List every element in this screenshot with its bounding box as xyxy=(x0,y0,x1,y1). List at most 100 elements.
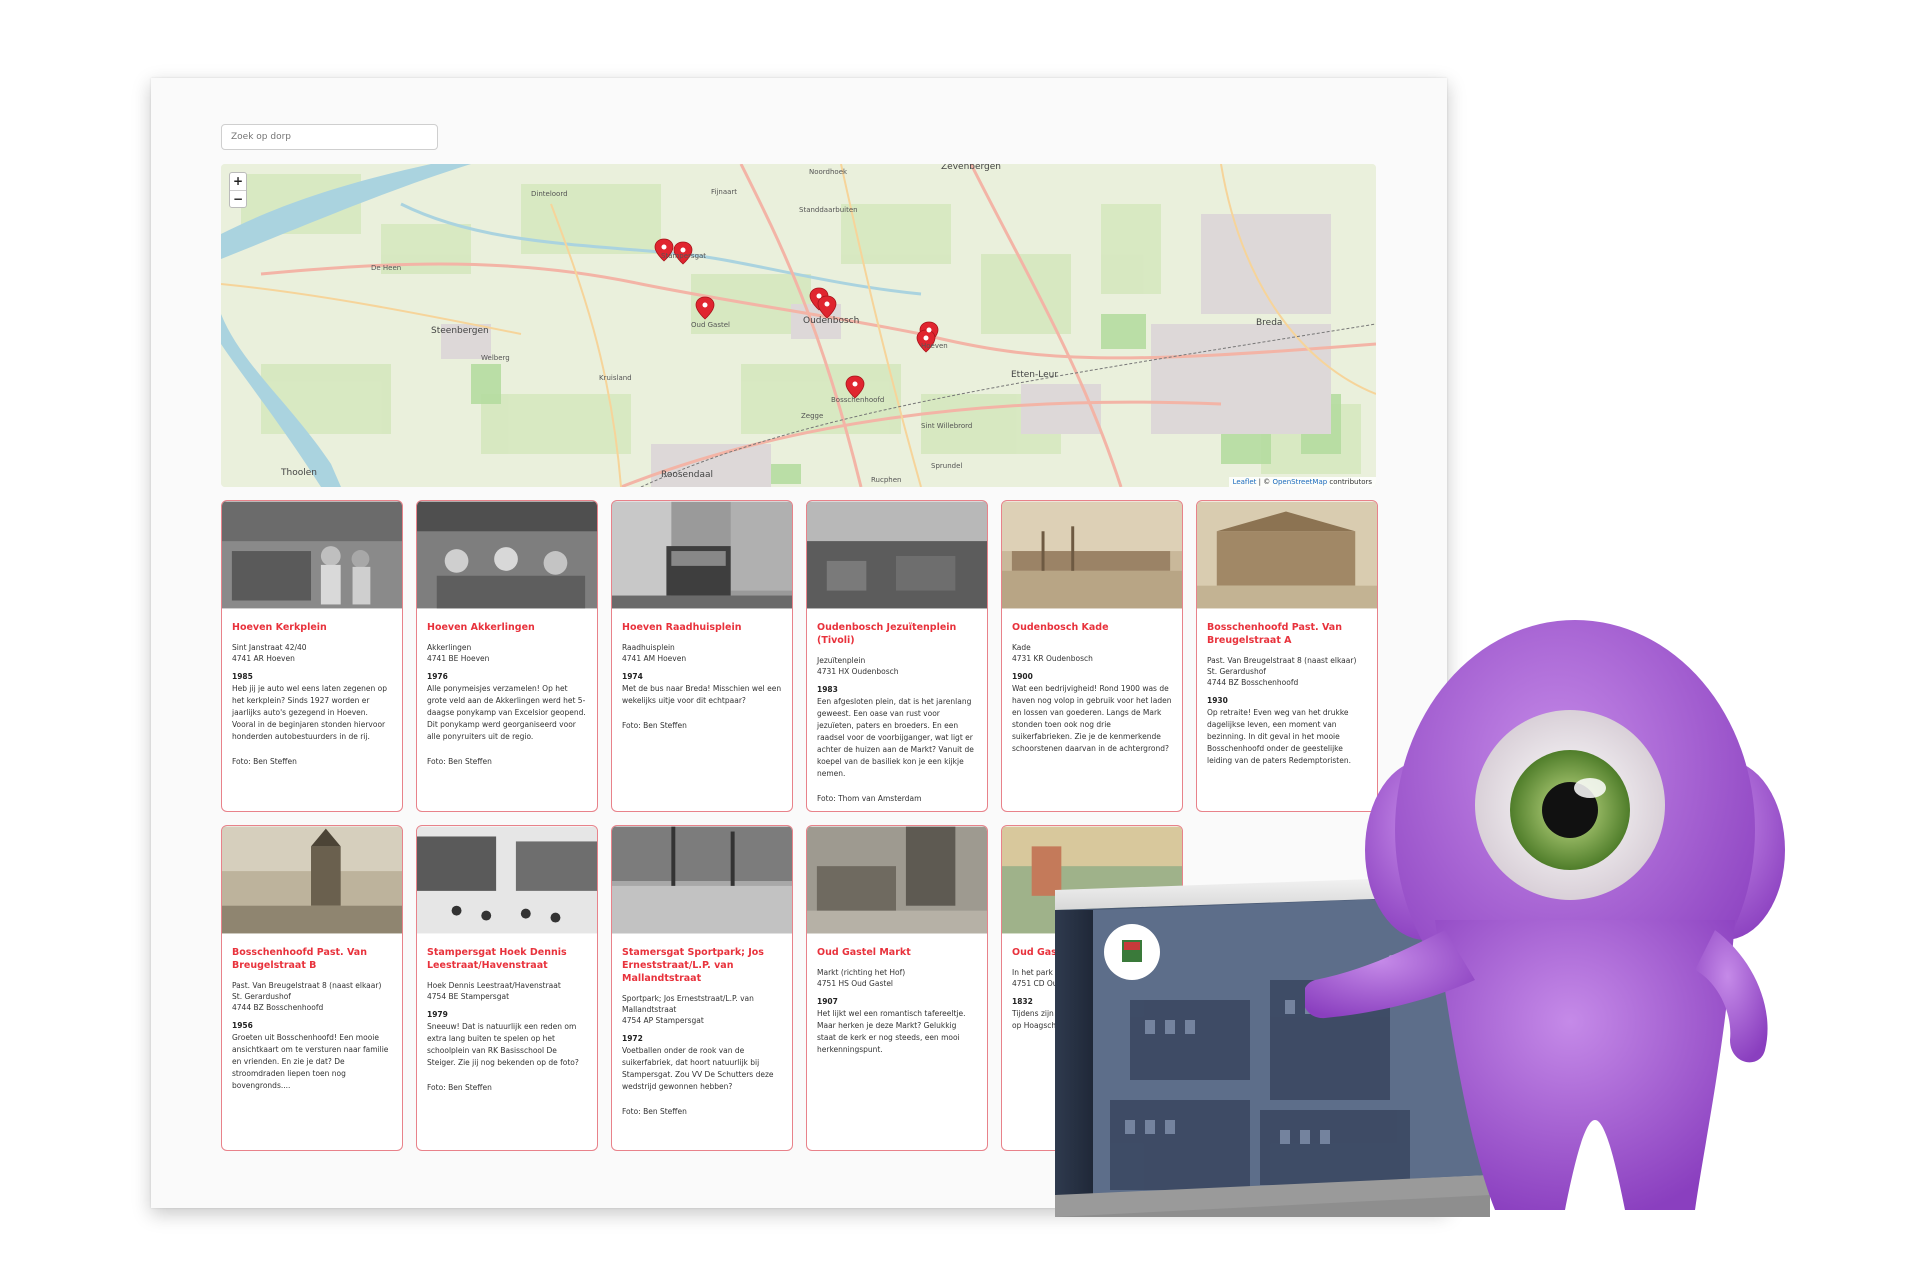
card-description: Heb jij je auto wel eens laten zegenen o… xyxy=(232,684,388,741)
card-photo-credit: Foto: Ben Steffen xyxy=(427,1083,492,1092)
card-photo xyxy=(222,501,402,609)
card-photo-credit: Foto: Ben Steffen xyxy=(232,757,297,766)
card-year: 1976 xyxy=(427,672,448,681)
card-description: Groeten uit Bosschenhoofd! Een mooie ans… xyxy=(232,1033,389,1090)
map-label: Sint Willebrord xyxy=(921,422,973,430)
card-address-line1: Akkerlingen xyxy=(427,643,472,652)
location-card[interactable]: Hoeven Akkerlingen Akkerlingen 4741 BE H… xyxy=(416,500,598,812)
card-title: Oudenbosch Kade xyxy=(1012,622,1109,633)
card-photo xyxy=(1002,501,1182,609)
card-year: 1956 xyxy=(232,1021,253,1030)
card-address-line2: 4754 BE Stampersgat xyxy=(427,992,510,1001)
card-photo xyxy=(417,826,597,934)
card-address-line2: 4754 AP Stampersgat xyxy=(622,1016,704,1025)
card-title: Stamersgat Sportpark; Jos Erneststraat/L… xyxy=(622,947,764,984)
card-address-line2: 4751 HS Oud Gastel xyxy=(817,979,894,988)
card-address-line2: 4741 BE Hoeven xyxy=(427,654,490,663)
card-address-line1: Kade xyxy=(1012,643,1031,652)
card-description: Voetballen onder de rook van de suikerfa… xyxy=(622,1046,774,1091)
card-year: 1900 xyxy=(1012,672,1033,681)
card-photo xyxy=(612,501,792,609)
card-description: Alle ponymeisjes verzamelen! Op het grot… xyxy=(427,684,586,741)
map-label: Bosschenhoofd xyxy=(831,396,885,404)
card-description: Het lijkt wel een romantisch tafereeltje… xyxy=(817,1009,966,1054)
attribution-separator: | © xyxy=(1256,478,1273,486)
map-label: Thoolen xyxy=(281,468,317,478)
card-photo-credit: Foto: Ben Steffen xyxy=(622,721,687,730)
card-photo xyxy=(222,826,402,934)
map-attribution: Leaflet | © OpenStreetMap contributors xyxy=(1228,477,1376,487)
map-label: Hoeven xyxy=(921,342,948,350)
card-address-line2: 4741 AM Hoeven xyxy=(622,654,687,663)
card-photo xyxy=(807,826,987,934)
card-title: Stampersgat Hoek Dennis Leestraat/Havens… xyxy=(427,947,567,971)
village-search-input[interactable] xyxy=(221,124,438,150)
card-title: Hoeven Kerkplein xyxy=(232,622,327,633)
map-label: Noordhoek xyxy=(809,168,848,176)
osm-link[interactable]: OpenStreetMap xyxy=(1272,478,1327,486)
map-label: Oud Gastel xyxy=(691,321,730,329)
card-photo-credit: Foto: Thom van Amsterdam xyxy=(817,794,922,803)
zoom-control: + − xyxy=(229,172,247,208)
card-photo xyxy=(612,826,792,934)
card-photo xyxy=(1197,501,1377,609)
card-address-line1: Hoek Dennis Leestraat/Havenstraat xyxy=(427,981,561,990)
map-label: Standdaarbuiten xyxy=(799,206,858,214)
map[interactable]: Noordhoek Zevenbergen Stampersgat Oud Ga… xyxy=(221,164,1376,487)
card-title: Hoeven Akkerlingen xyxy=(427,622,535,633)
card-address-line2: 4744 BZ Bosschenhoofd xyxy=(232,1003,324,1012)
map-label: Roosendaal xyxy=(661,470,714,480)
map-label: Dinteloord xyxy=(531,190,568,198)
card-year: 1907 xyxy=(817,997,838,1006)
card-year: 1985 xyxy=(232,672,253,681)
location-card[interactable]: Oudenbosch Jezuïtenplein (Tivoli) Jezuït… xyxy=(806,500,988,812)
map-label: Breda xyxy=(1256,318,1283,328)
card-title: Hoeven Raadhuisplein xyxy=(622,622,742,633)
zoom-in-button[interactable]: + xyxy=(230,173,246,190)
leaflet-link[interactable]: Leaflet xyxy=(1233,478,1257,486)
map-label: Kruisland xyxy=(599,374,632,382)
card-description: Wat een bedrijvigheid! Rond 1900 was de … xyxy=(1012,684,1172,753)
card-address-line1: Sint Janstraat 42/40 xyxy=(232,643,307,652)
card-description: Sneeuw! Dat is natuurlijk een reden om e… xyxy=(427,1022,579,1067)
card-address-line2: 4731 KR Oudenbosch xyxy=(1012,654,1093,663)
location-card[interactable]: Oud Gastel Markt Markt (richting het Hof… xyxy=(806,825,988,1151)
location-card[interactable]: Stamersgat Sportpark; Jos Erneststraat/L… xyxy=(611,825,793,1151)
location-card[interactable]: Stampersgat Hoek Dennis Leestraat/Havens… xyxy=(416,825,598,1151)
map-label: Stampersgat xyxy=(661,252,707,260)
card-year: 1972 xyxy=(622,1034,643,1043)
card-photo xyxy=(417,501,597,609)
map-label: Sprundel xyxy=(931,462,963,470)
map-label: Rucphen xyxy=(871,476,902,484)
location-card[interactable]: Hoeven Raadhuisplein Raadhuisplein 4741 … xyxy=(611,500,793,812)
card-address-line1: Jezuïtenplein xyxy=(817,656,866,665)
card-photo xyxy=(807,501,987,609)
location-card[interactable]: Oudenbosch Kade Kade 4731 KR Oudenbosch … xyxy=(1001,500,1183,812)
card-photo-credit: Foto: Ben Steffen xyxy=(427,757,492,766)
mascot-figure xyxy=(1305,620,1785,1210)
map-label: Zevenbergen xyxy=(941,164,1002,172)
card-address-line2: 4741 AR Hoeven xyxy=(232,654,295,663)
card-photo-credit: Foto: Ben Steffen xyxy=(622,1107,687,1116)
card-address-line1: Raadhuisplein xyxy=(622,643,675,652)
card-address-line1: Past. Van Breugelstraat 8 (naast elkaar)… xyxy=(232,981,382,1001)
card-description: Een afgesloten plein, dat is het jarenla… xyxy=(817,697,974,778)
card-description: Met de bus naar Breda! Misschien wel een… xyxy=(622,684,782,705)
map-label: Oudenbosch xyxy=(803,316,860,326)
map-label: De Heen xyxy=(371,264,402,272)
card-year: 1979 xyxy=(427,1010,448,1019)
card-year: 1983 xyxy=(817,685,838,694)
zoom-out-button[interactable]: − xyxy=(230,190,246,207)
card-address-line2: 4731 HX Oudenbosch xyxy=(817,667,899,676)
map-label: Etten-Leur xyxy=(1011,370,1059,380)
map-label: Zegge xyxy=(801,412,824,420)
card-address-line1: Sportpark; Jos Erneststraat/L.P. van Mal… xyxy=(622,994,754,1014)
map-label: Welberg xyxy=(481,354,510,362)
attribution-suffix: contributors xyxy=(1327,478,1372,486)
card-title: Oudenbosch Jezuïtenplein (Tivoli) xyxy=(817,622,957,646)
card-address-line1: Markt (richting het Hof) xyxy=(817,968,906,977)
card-title: Oud Gastel Markt xyxy=(817,947,911,958)
card-year: 1974 xyxy=(622,672,643,681)
location-card[interactable]: Hoeven Kerkplein Sint Janstraat 42/40 47… xyxy=(221,500,403,812)
location-card[interactable]: Bosschenhoofd Past. Van Breugelstraat B … xyxy=(221,825,403,1151)
